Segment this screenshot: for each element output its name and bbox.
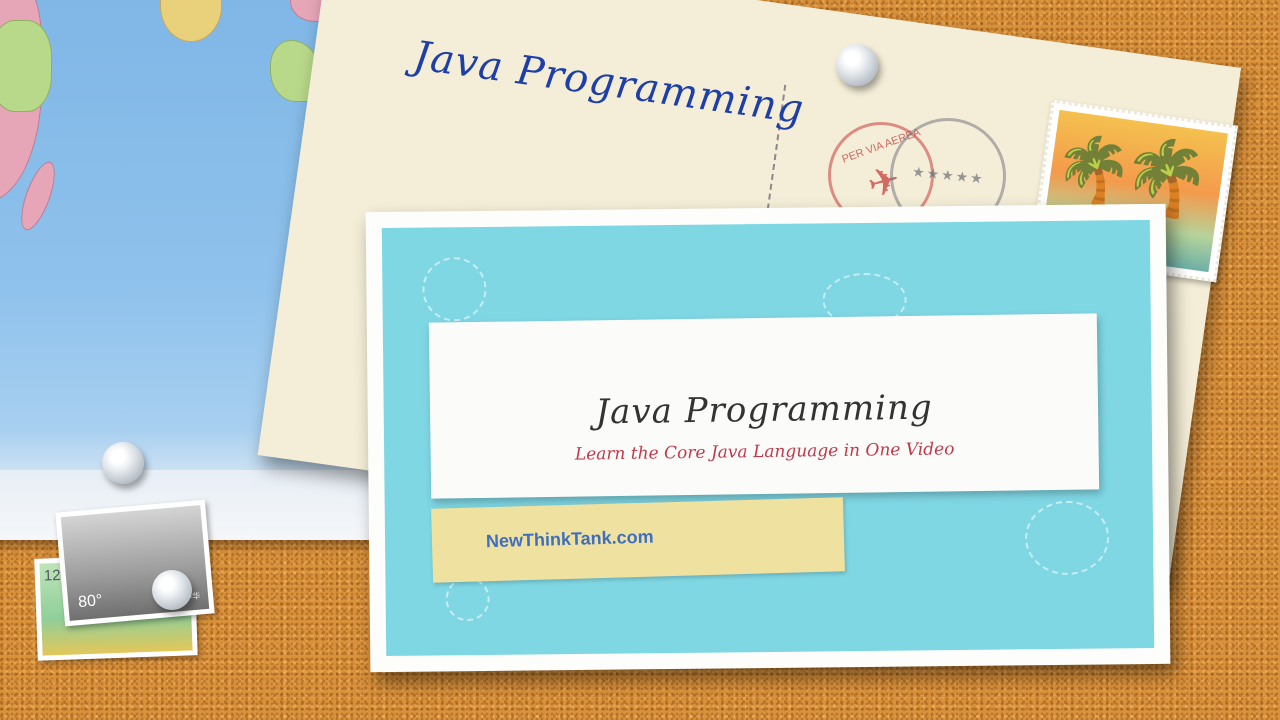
decorative-swirl: [445, 576, 490, 622]
stamp-value: 12: [43, 566, 61, 585]
page-subtitle: Learn the Core Java Language in One Vide…: [574, 439, 955, 465]
stamp-value: 80°: [77, 592, 104, 612]
decorative-swirl: [1024, 500, 1110, 576]
decorative-swirl: [422, 256, 487, 322]
map-land-central-africa: [0, 20, 52, 112]
pushpin-icon: [836, 44, 878, 86]
website-tape-label: NewThinkTank.com: [431, 497, 845, 583]
pushpin-icon: [152, 570, 192, 610]
title-paper-strip: Java Programming Learn the Core Java Lan…: [428, 313, 1100, 499]
pushpin-icon: [102, 442, 144, 484]
website-link[interactable]: NewThinkTank.com: [486, 527, 654, 553]
map-land-india: [160, 0, 222, 42]
page-title: Java Programming: [595, 387, 933, 433]
stamp-gray: 80° 中华: [55, 499, 215, 627]
